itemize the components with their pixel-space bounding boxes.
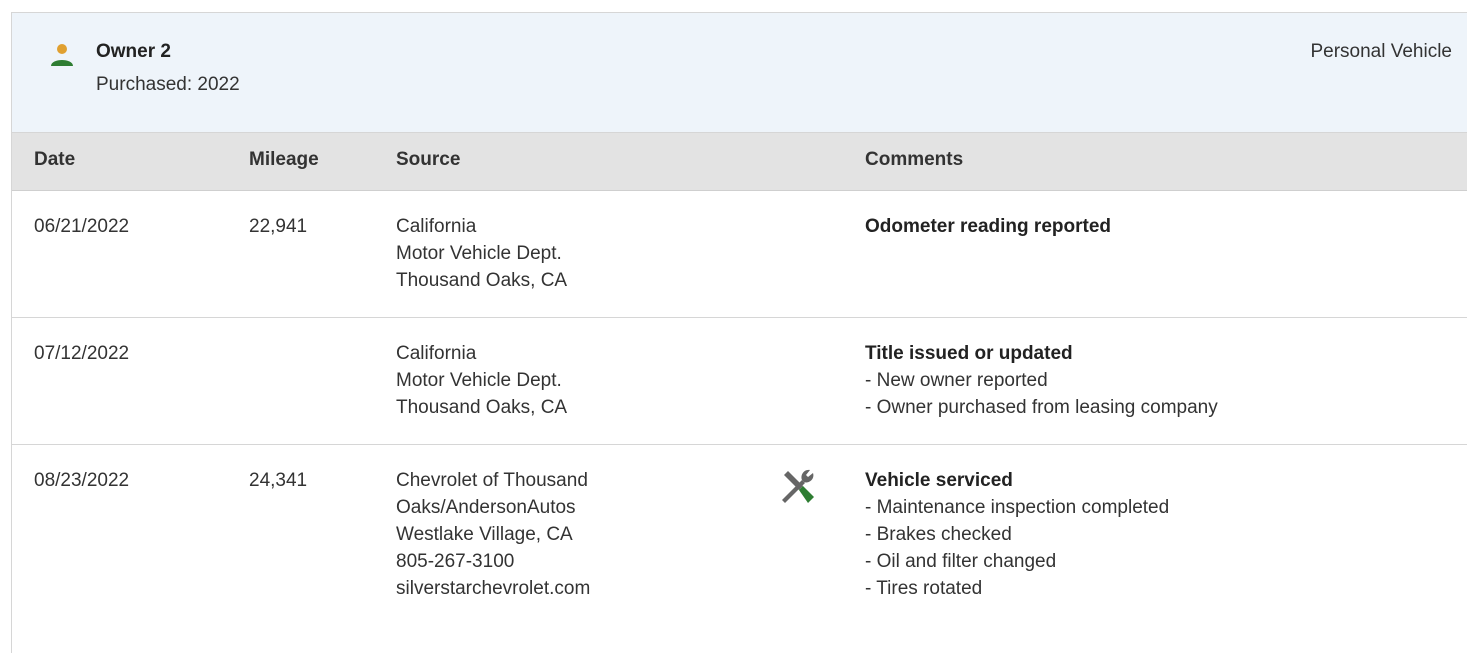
source-line: Motor Vehicle Dept. <box>396 370 562 391</box>
row-comments: Odometer reading reported <box>865 213 1111 240</box>
vehicle-use-type: Personal Vehicle <box>1310 41 1452 62</box>
row-date: 06/21/2022 <box>34 216 130 237</box>
source-line: Motor Vehicle Dept. <box>396 243 562 264</box>
comment-item: - Oil and filter changed <box>865 551 1057 572</box>
owner-name: Owner 2 <box>96 41 171 62</box>
source-website[interactable]: silverstarchevrolet.com <box>396 575 590 602</box>
row-source: Chevrolet of Thousand Oaks/AndersonAutos… <box>396 467 590 602</box>
source-line: Thousand Oaks, CA <box>396 270 568 291</box>
comment-item: - New owner reported <box>865 370 1048 391</box>
comment-item: - Tires rotated <box>865 578 983 599</box>
comment-title: Title issued or updated <box>865 343 1073 364</box>
column-header-source: Source <box>396 149 461 170</box>
comment-title: Odometer reading reported <box>865 216 1111 237</box>
row-date: 07/12/2022 <box>34 343 130 364</box>
row-date: 08/23/2022 <box>34 470 130 491</box>
comment-item: - Maintenance inspection completed <box>865 497 1170 518</box>
comment-item: - Owner purchased from leasing company <box>865 397 1218 418</box>
row-comments: Title issued or updated - New owner repo… <box>865 340 1218 421</box>
comment-title: Vehicle serviced <box>865 470 1013 491</box>
owner-header: Owner 2 Purchased: 2022 Personal Vehicle <box>12 13 1467 133</box>
column-header-date: Date <box>34 149 76 170</box>
source-phone: 805-267-3100 <box>396 551 515 572</box>
person-icon <box>51 44 73 66</box>
row-mileage: 22,941 <box>249 216 308 237</box>
table-row: 08/23/2022 24,341 Chevrolet of Thousand … <box>12 445 1467 625</box>
source-line: Thousand Oaks, CA <box>396 397 568 418</box>
row-source: California Motor Vehicle Dept. Thousand … <box>396 340 567 421</box>
source-line: Westlake Village, CA <box>396 524 573 545</box>
table-row: 06/21/2022 22,941 California Motor Vehic… <box>12 191 1467 318</box>
column-header-comments: Comments <box>865 149 964 170</box>
wrench-screwdriver-icon <box>782 469 814 503</box>
source-line: Oaks/AndersonAutos <box>396 497 576 518</box>
source-line: California <box>396 343 477 364</box>
table-header: Date Mileage Source Comments <box>12 133 1467 191</box>
source-line: California <box>396 216 477 237</box>
table-row: 07/12/2022 California Motor Vehicle Dept… <box>12 318 1467 445</box>
owner-history-panel: Owner 2 Purchased: 2022 Personal Vehicle… <box>11 12 1467 653</box>
row-mileage: 24,341 <box>249 470 308 491</box>
comment-item: - Brakes checked <box>865 524 1012 545</box>
row-comments: Vehicle serviced - Maintenance inspectio… <box>865 467 1169 602</box>
row-source: California Motor Vehicle Dept. Thousand … <box>396 213 567 294</box>
source-line: Chevrolet of Thousand <box>396 470 588 491</box>
owner-purchased-year: Purchased: 2022 <box>96 74 240 95</box>
service-icon-cell <box>778 467 818 507</box>
column-header-mileage: Mileage <box>249 149 319 170</box>
